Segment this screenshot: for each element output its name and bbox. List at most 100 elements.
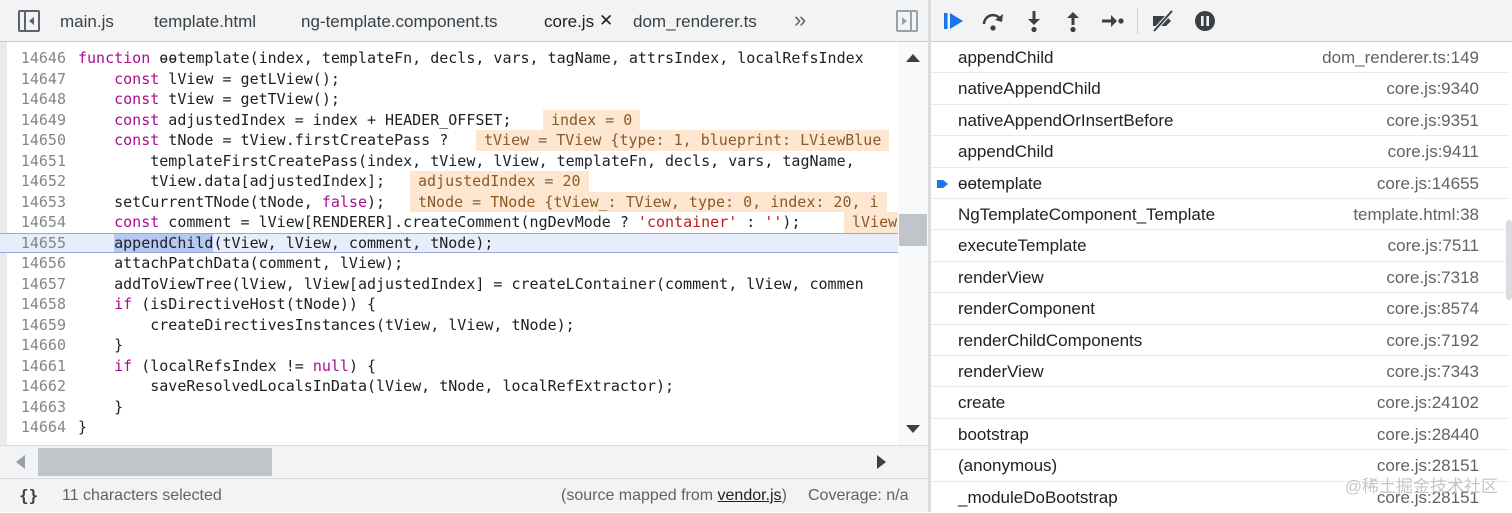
line-number[interactable]: 14646: [8, 48, 66, 69]
step-icon[interactable]: [1099, 8, 1125, 34]
call-frame[interactable]: renderView core.js:7318: [931, 262, 1509, 294]
line-number[interactable]: 14655: [8, 234, 66, 253]
scroll-up-arrow-icon[interactable]: [906, 54, 920, 62]
code-line[interactable]: 14653 setCurrentTNode(tNode, false); tNod…: [0, 191, 898, 213]
call-stack-scrollbar[interactable]: [1506, 220, 1512, 300]
frame-location[interactable]: core.js:7343: [1386, 356, 1479, 387]
code-line[interactable]: 14660 }: [0, 335, 898, 356]
frame-location[interactable]: core.js:9351: [1386, 105, 1479, 136]
frame-location[interactable]: dom_renderer.ts:149: [1322, 42, 1479, 73]
current-execution-line[interactable]: 14655 appendChild(tView, lView, comment,…: [0, 232, 898, 253]
horizontal-scrollbar[interactable]: [0, 445, 928, 478]
line-number[interactable]: 14653: [8, 192, 66, 213]
pretty-print-icon[interactable]: {}: [19, 479, 38, 513]
step-out-icon[interactable]: [1060, 8, 1086, 34]
code-line[interactable]: 14658 if (isDirectiveHost(tNode)) {: [0, 294, 898, 315]
inline-variable-value: index = 0: [543, 109, 641, 130]
code-line[interactable]: 14661 if (localRefsIndex != null) {: [0, 356, 898, 377]
call-frame[interactable]: executeTemplate core.js:7511: [931, 230, 1509, 262]
call-frame[interactable]: appendChild core.js:9411: [931, 136, 1509, 168]
code-editor[interactable]: 14646 function ɵɵtemplate(index, template…: [0, 42, 898, 445]
code-line[interactable]: 14662 saveResolvedLocalsInData(lView, tN…: [0, 376, 898, 397]
pause-on-exceptions-icon[interactable]: [1192, 8, 1218, 34]
line-number[interactable]: 14648: [8, 89, 66, 110]
call-frame[interactable]: appendChild dom_renderer.ts:149: [931, 42, 1509, 74]
code-line[interactable]: 14656 attachPatchData(comment, lView);: [0, 253, 898, 274]
call-frame[interactable]: nativeAppendOrInsertBefore core.js:9351: [931, 105, 1509, 137]
line-number[interactable]: 14649: [8, 110, 66, 131]
code-line[interactable]: 14650 const tNode = tView.firstCreatePas…: [0, 130, 898, 151]
line-number[interactable]: 14660: [8, 335, 66, 356]
navigator-toggle-icon[interactable]: [18, 10, 40, 32]
line-number[interactable]: 14654: [8, 212, 66, 233]
call-frame[interactable]: renderComponent core.js:8574: [931, 293, 1509, 325]
vertical-scrollbar[interactable]: [898, 42, 928, 445]
line-number[interactable]: 14659: [8, 315, 66, 336]
frame-location[interactable]: core.js:8574: [1386, 293, 1479, 324]
code-line[interactable]: 14663 }: [0, 397, 898, 418]
scroll-left-arrow-icon[interactable]: [16, 455, 25, 469]
line-number[interactable]: 14647: [8, 69, 66, 90]
code-text: templateFirstCreatePass(index, tView, lV…: [78, 151, 855, 170]
line-number[interactable]: 14651: [8, 151, 66, 172]
step-over-icon[interactable]: [980, 8, 1006, 34]
tab-core-js[interactable]: core.js: [544, 0, 594, 42]
call-frame[interactable]: renderChildComponents core.js:7192: [931, 325, 1509, 356]
code-text: createDirectivesInstances(tView, lView, …: [78, 315, 575, 334]
frame-function-name: bootstrap: [958, 424, 1029, 444]
code-line[interactable]: 14649 const adjustedIndex = index + HEAD…: [0, 109, 898, 131]
line-number[interactable]: 14664: [8, 417, 66, 438]
scroll-down-arrow-icon[interactable]: [906, 425, 920, 433]
tab-template-html[interactable]: template.html: [154, 0, 256, 42]
step-into-icon[interactable]: [1021, 8, 1047, 34]
code-text: attachPatchData(comment, lView);: [78, 254, 404, 272]
code-line[interactable]: 14652 tView.data[adjustedIndex]; adjusted…: [0, 171, 898, 192]
call-frame[interactable]: NgTemplateComponent_Template template.htm…: [931, 199, 1509, 231]
inline-variable-value: adjustedIndex = 20: [410, 171, 589, 192]
code-line[interactable]: 14657 addToViewTree(lView, lView[adjuste…: [0, 274, 898, 295]
tab-main-js[interactable]: main.js: [60, 0, 114, 42]
frame-location[interactable]: core.js:24102: [1377, 387, 1479, 418]
call-frame[interactable]: bootstrap core.js:28440: [931, 419, 1509, 451]
frame-location[interactable]: core.js:9411: [1388, 136, 1479, 167]
call-frame[interactable]: ɵɵtemplate core.js:14655: [931, 168, 1509, 199]
frame-location[interactable]: core.js:7318: [1386, 262, 1479, 293]
code-line[interactable]: 14647 const lView = getLView();: [0, 69, 898, 90]
frame-location[interactable]: core.js:7192: [1386, 325, 1479, 356]
frame-location[interactable]: core.js:7511: [1388, 230, 1479, 261]
code-text: function ɵɵtemplate(index, templateFn, d…: [78, 49, 864, 67]
call-frame[interactable]: renderView core.js:7343: [931, 356, 1509, 388]
code-line[interactable]: 14651 templateFirstCreatePass(index, tVi…: [0, 151, 898, 172]
call-frame[interactable]: create core.js:24102: [931, 387, 1509, 419]
line-number[interactable]: 14661: [8, 356, 66, 377]
vertical-scroll-thumb[interactable]: [899, 214, 927, 246]
line-number[interactable]: 14656: [8, 253, 66, 274]
code-text: if (localRefsIndex != null) {: [114, 356, 377, 375]
line-number[interactable]: 14662: [8, 376, 66, 397]
debugger-sidebar-toggle-icon[interactable]: [896, 10, 918, 32]
tab-dom-renderer-ts[interactable]: dom_renderer.ts: [633, 0, 757, 42]
deactivate-breakpoints-icon[interactable]: [1150, 8, 1176, 34]
more-tabs-chevron-icon[interactable]: »: [794, 0, 806, 42]
line-number[interactable]: 14650: [8, 130, 66, 151]
line-number[interactable]: 14652: [8, 171, 66, 192]
frame-location[interactable]: core.js:28440: [1377, 419, 1479, 450]
scroll-right-arrow-icon[interactable]: [877, 455, 886, 469]
resume-icon[interactable]: [941, 8, 967, 34]
code-line[interactable]: 14646 function ɵɵtemplate(index, template…: [0, 48, 898, 69]
line-number[interactable]: 14658: [8, 294, 66, 315]
horizontal-scroll-thumb[interactable]: [38, 448, 272, 476]
code-line[interactable]: 14659 createDirectivesInstances(tView, l…: [0, 315, 898, 336]
code-line[interactable]: 14654 const comment = lView[RENDERER].cr…: [0, 212, 898, 233]
frame-location[interactable]: template.html:38: [1353, 199, 1479, 230]
frame-location[interactable]: core.js:9340: [1386, 73, 1479, 104]
vendor-js-link[interactable]: vendor.js: [718, 487, 782, 504]
code-line[interactable]: 14664}: [0, 417, 898, 438]
call-frame[interactable]: nativeAppendChild core.js:9340: [931, 73, 1509, 105]
code-line[interactable]: 14648 const tView = getTView();: [0, 89, 898, 110]
tab-ng-template-component-ts[interactable]: ng-template.component.ts: [301, 0, 498, 42]
frame-location[interactable]: core.js:14655: [1377, 168, 1479, 199]
line-number[interactable]: 14663: [8, 397, 66, 418]
line-number[interactable]: 14657: [8, 274, 66, 295]
tab-close-icon[interactable]: ✕: [599, 0, 613, 42]
